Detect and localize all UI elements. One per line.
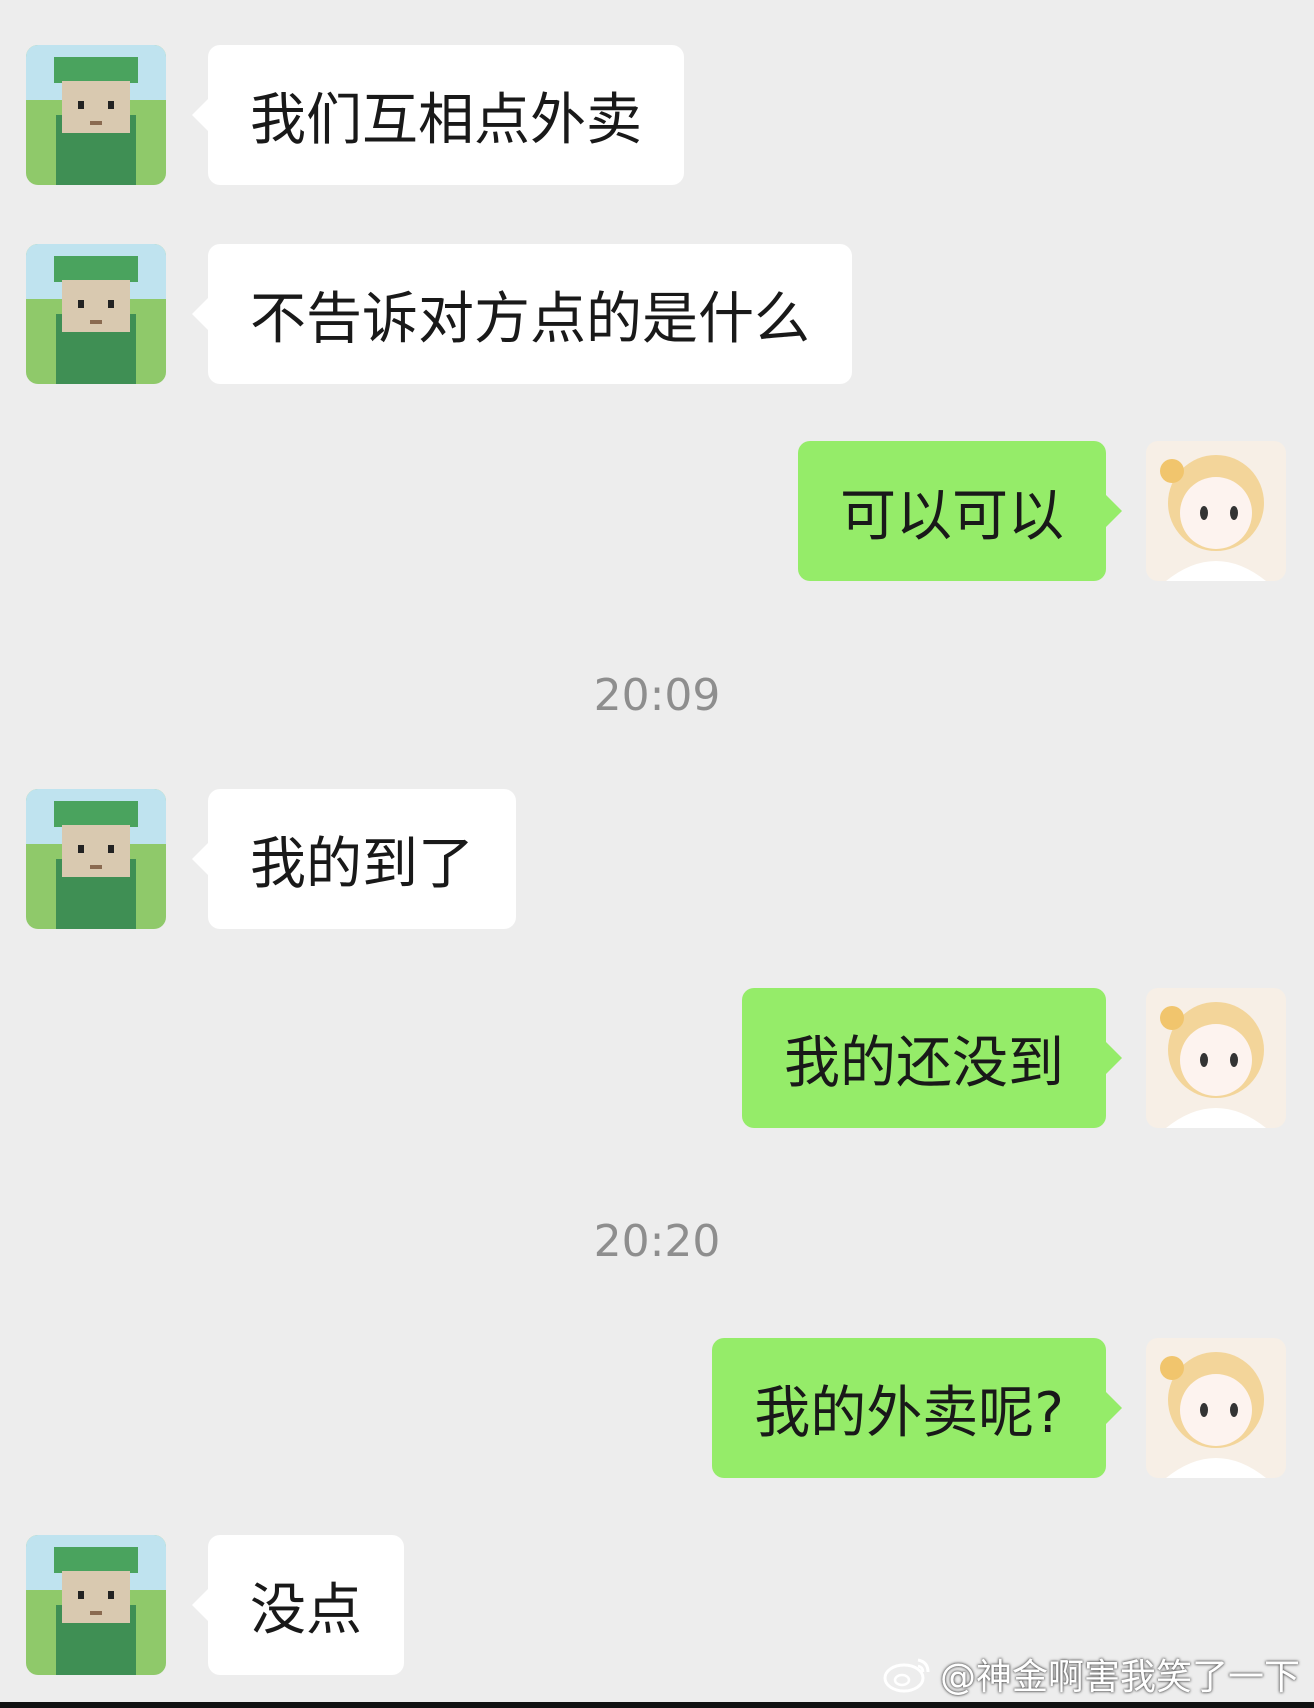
weibo-watermark: @神金啊害我笑了一下 (882, 1648, 1300, 1700)
blocky-character-icon (26, 244, 166, 384)
outgoing-message-bubble[interactable]: 可以可以 (798, 441, 1122, 581)
anime-girl-avatar-icon (1146, 1338, 1286, 1478)
timestamp: 20:09 (593, 670, 721, 721)
timestamp: 20:20 (593, 1216, 721, 1267)
contact-avatar[interactable] (26, 1535, 166, 1675)
self-avatar[interactable] (1146, 1338, 1286, 1478)
incoming-message-bubble[interactable]: 我们互相点外卖 (192, 45, 684, 185)
self-avatar[interactable] (1146, 988, 1286, 1128)
blocky-character-icon (26, 45, 166, 185)
watermark-handle: @神金啊害我笑了一下 (939, 1657, 1300, 1698)
contact-avatar[interactable] (26, 789, 166, 929)
blocky-character-icon (26, 1535, 166, 1675)
incoming-message-bubble[interactable]: 我的到了 (192, 789, 516, 929)
incoming-message-bubble[interactable]: 没点 (192, 1535, 404, 1675)
outgoing-message-bubble[interactable]: 我的外卖呢? (712, 1338, 1122, 1478)
anime-girl-avatar-icon (1146, 988, 1286, 1128)
contact-avatar[interactable] (26, 45, 166, 185)
anime-girl-avatar-icon (1146, 441, 1286, 581)
blocky-character-icon (26, 789, 166, 929)
chat-view: 我们互相点外卖 不告诉对方点的是什么 可以可以 20:09 我的到了 我的还没到… (0, 0, 1314, 1708)
incoming-message-bubble[interactable]: 不告诉对方点的是什么 (192, 244, 852, 384)
outgoing-message-bubble[interactable]: 我的还没到 (742, 988, 1122, 1128)
self-avatar[interactable] (1146, 441, 1286, 581)
contact-avatar[interactable] (26, 244, 166, 384)
bottom-edge (0, 1702, 1314, 1708)
weibo-logo-icon (883, 1658, 930, 1693)
